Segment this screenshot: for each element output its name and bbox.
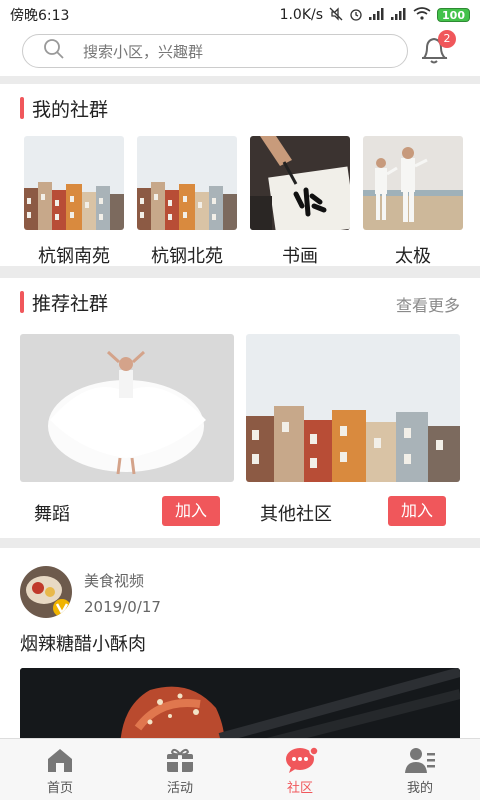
tab-label: 活动 [166, 781, 193, 796]
group-item[interactable]: 书画 [250, 136, 350, 268]
recommended-name: 其他社区 [260, 504, 332, 525]
calligraphy-photo [250, 136, 350, 230]
bottom-tab-bar: 首页 活动 社区 我的 [0, 738, 480, 800]
recommended-title: 推荐社群 [32, 292, 109, 315]
recommended-header: 推荐社群 [20, 290, 109, 315]
my-groups-title: 我的社群 [32, 98, 109, 121]
my-groups-section: 我的社群 杭钢南苑 杭钢北苑 书画 太极 [0, 84, 480, 268]
food-avatar[interactable] [20, 566, 72, 618]
dancer-photo [20, 334, 234, 482]
recommended-card[interactable]: 其他社区 加入 [246, 334, 460, 526]
section-accent-bar [20, 97, 24, 119]
sweet-sour-pork-photo[interactable] [20, 668, 460, 738]
recommended-card[interactable]: 舞蹈 加入 [20, 334, 234, 526]
notification-button[interactable]: 2 [418, 30, 456, 68]
post-source: 美食视频 [84, 572, 145, 590]
search-icon [43, 38, 65, 64]
search-input[interactable]: 搜索小区，兴趣群 [22, 34, 408, 68]
group-name: 太极 [395, 246, 431, 267]
group-item[interactable]: 太极 [363, 136, 463, 268]
mute-icon [329, 6, 343, 24]
status-bar: 傍晚6:13 1.0K/s 100 [0, 0, 480, 30]
group-item[interactable]: 杭钢北苑 [137, 136, 237, 268]
taichi-photo [363, 136, 463, 230]
group-name: 书画 [282, 246, 318, 267]
notification-badge: 2 [438, 30, 456, 48]
signal-icon [369, 7, 385, 23]
join-button[interactable]: 加入 [162, 496, 220, 526]
post-date: 2019/0/17 [84, 598, 161, 616]
group-name: 杭钢北苑 [151, 246, 223, 267]
townhouses-photo [137, 136, 237, 230]
profile-icon [405, 747, 435, 773]
townhouses-photo [24, 136, 124, 230]
join-button[interactable]: 加入 [388, 496, 446, 526]
battery-indicator: 100 [437, 8, 470, 22]
network-speed: 1.0K/s [279, 7, 324, 23]
tab-activities[interactable]: 活动 [120, 739, 240, 800]
group-name: 杭钢南苑 [38, 246, 110, 267]
tab-label: 社区 [286, 781, 313, 796]
chat-bubble-icon [285, 746, 319, 773]
gift-icon [165, 747, 195, 773]
tab-label: 我的 [406, 781, 433, 796]
bell-icon [418, 37, 452, 72]
status-time: 傍晚6:13 [10, 8, 70, 24]
post-card[interactable]: 美食视频 2019/0/17 烟辣糖醋小酥肉 [0, 548, 480, 738]
see-more-link[interactable]: 查看更多 [396, 292, 460, 316]
section-accent-bar [20, 291, 24, 313]
alarm-icon [349, 7, 363, 24]
search-placeholder: 搜索小区，兴趣群 [83, 42, 204, 61]
search-header: 搜索小区，兴趣群 2 [0, 30, 480, 76]
tab-mine[interactable]: 我的 [360, 739, 480, 800]
tab-community[interactable]: 社区 [240, 739, 360, 800]
tab-label: 首页 [46, 781, 73, 796]
tab-home[interactable]: 首页 [0, 739, 120, 800]
post-title: 烟辣糖醋小酥肉 [20, 634, 146, 655]
my-groups-header: 我的社群 [20, 96, 109, 121]
townhouses-photo [246, 334, 460, 482]
group-item[interactable]: 杭钢南苑 [24, 136, 124, 268]
recommended-name: 舞蹈 [34, 504, 70, 525]
recommended-section: 推荐社群 查看更多 舞蹈 加入 其他社区 加入 [0, 278, 480, 538]
wifi-icon [413, 7, 431, 23]
home-icon [45, 747, 75, 773]
signal-icon-2 [391, 7, 407, 23]
